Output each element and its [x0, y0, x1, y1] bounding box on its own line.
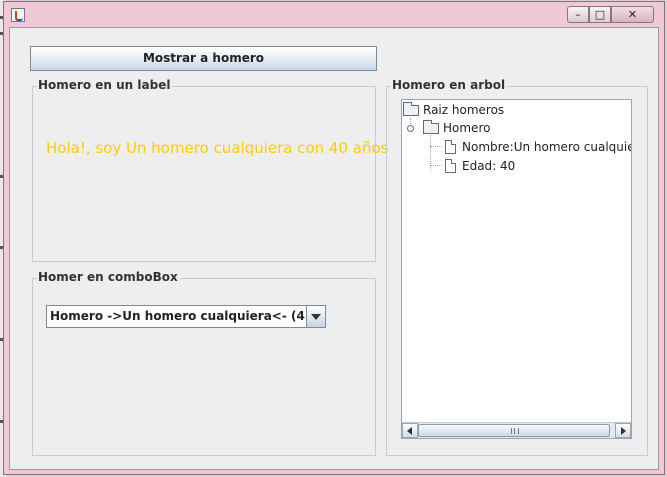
maximize-button[interactable]: □: [589, 6, 611, 23]
combobox-dropdown-button[interactable]: [306, 306, 325, 327]
close-icon: ✕: [627, 8, 638, 21]
homero-combobox[interactable]: Homero ->Un homero cualquiera<- (40 años…: [46, 305, 326, 328]
scroll-right-button[interactable]: [615, 423, 631, 438]
tree-node-label: Nombre:Un homero cualquiera: [462, 140, 632, 154]
chevron-down-icon: [311, 314, 321, 320]
show-homero-button[interactable]: Mostrar a homero: [30, 46, 377, 71]
title-bar[interactable]: – □ ✕: [4, 2, 664, 26]
combobox-selected-value[interactable]: Homero ->Un homero cualquiera<- (40 años…: [47, 306, 305, 327]
tree-panel-title: Homero en arbol: [390, 78, 508, 92]
combo-panel-title: Homer en comboBox: [36, 270, 180, 284]
label-panel-title: Homero en un label: [36, 78, 173, 92]
tree-horizontal-scrollbar[interactable]: [402, 422, 631, 438]
label-panel: Homero en un label Hola!, soy Un homero …: [32, 78, 388, 262]
arrow-right-icon: [621, 427, 626, 435]
folder-icon: [423, 120, 439, 134]
tree-node-label: Edad: 40: [462, 159, 516, 173]
content-pane: Mostrar a homero Homero en un label Hola…: [9, 27, 659, 470]
tree-expand-handle-icon[interactable]: [407, 125, 414, 132]
tree-node-label: Homero: [443, 121, 491, 135]
app-window: – □ ✕ Mostrar a homero Homero en un labe…: [3, 1, 665, 475]
greeting-label: Hola!, soy Un homero cualquiera con 40 a…: [46, 139, 389, 157]
grip-icon: [511, 428, 519, 434]
file-icon: [445, 159, 456, 173]
tree-panel: Homero en arbol Raiz homeros Homero Nomb…: [386, 78, 648, 456]
tree-node-label: Raiz homeros: [423, 103, 505, 117]
minimize-icon: –: [575, 8, 581, 21]
java-cup-icon[interactable]: [11, 8, 25, 22]
close-button[interactable]: ✕: [611, 6, 654, 23]
maximize-icon: □: [594, 8, 606, 21]
arrow-left-icon: [407, 427, 412, 435]
minimize-button[interactable]: –: [567, 6, 589, 23]
folder-icon: [403, 102, 419, 116]
tree-connector: [430, 146, 442, 147]
scroll-left-button[interactable]: [402, 423, 418, 438]
scroll-thumb[interactable]: [418, 424, 610, 437]
combo-panel: Homer en comboBox Homero ->Un homero cua…: [32, 270, 376, 456]
file-icon: [445, 140, 456, 154]
tree-connector: [430, 165, 442, 166]
homero-tree[interactable]: Raiz homeros Homero Nombre:Un homero cua…: [401, 99, 632, 439]
